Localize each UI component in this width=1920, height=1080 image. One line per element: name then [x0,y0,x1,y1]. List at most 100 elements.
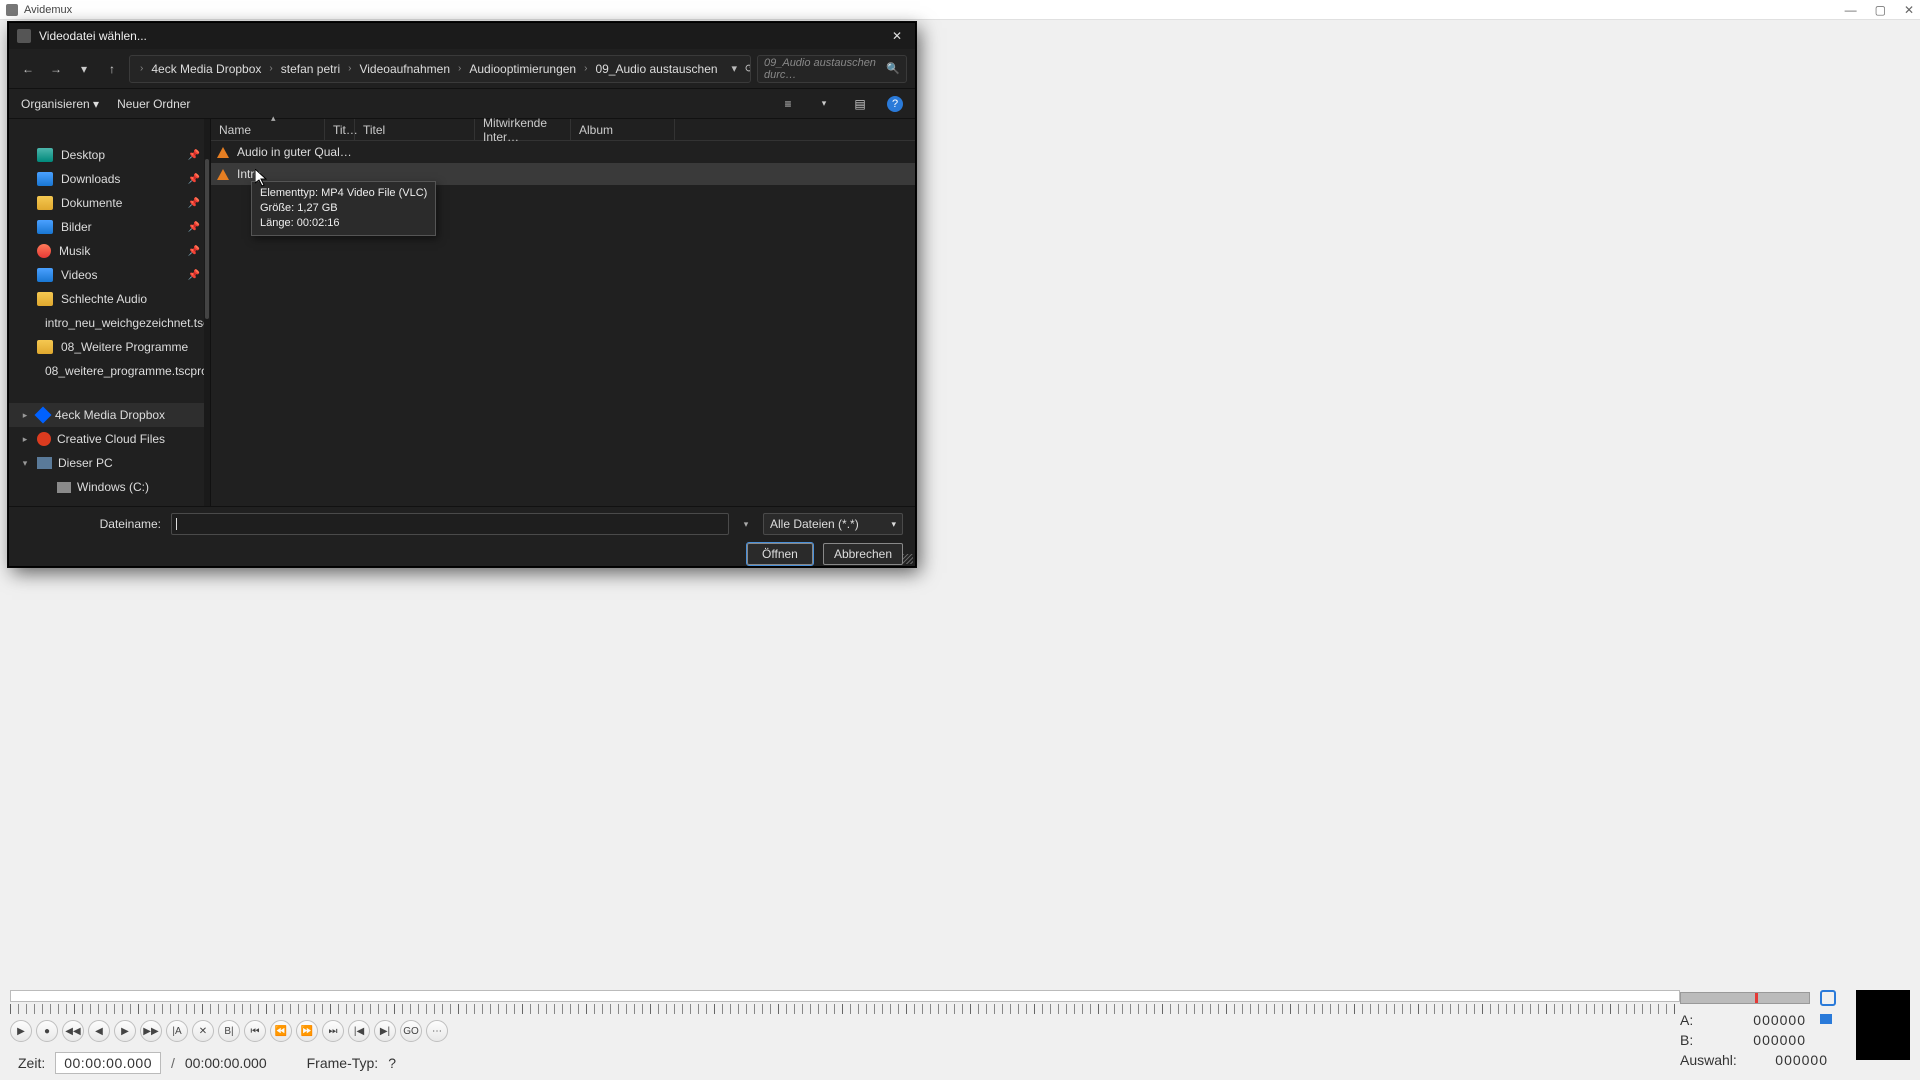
sidebar-item-label: Dieser PC [58,456,113,470]
tree-twisty-icon[interactable]: ▸ [19,410,31,421]
filename-input[interactable] [171,513,729,535]
sidebar-item-icon [57,482,71,493]
col-name[interactable]: Name [211,119,325,140]
breadcrumb[interactable]: 4eck Media Dropbox [145,60,267,78]
nav-forward-button[interactable]: → [45,58,67,80]
sidebar-item-icon [37,196,53,210]
breadcrumb[interactable]: Audiooptimierungen [463,60,582,78]
audio-toggle-icon[interactable] [1820,990,1836,1006]
preview-pane-toggle[interactable]: ▤ [851,95,869,113]
col-album[interactable]: Album [571,119,675,140]
new-folder-button[interactable]: Neuer Ordner [117,97,190,111]
sidebar-item-label: Dokumente [61,196,122,210]
file-row[interactable]: Audio in guter Qual… [211,141,915,163]
sidebar-tree-item[interactable]: Windows (C:) [9,475,210,499]
tree-twisty-icon[interactable]: ▾ [19,458,31,469]
address-dropdown-button[interactable]: ▾ [732,62,738,75]
chevron-right-icon[interactable]: › [140,63,143,74]
transport-button-8[interactable]: B| [218,1020,240,1042]
breadcrumb[interactable]: Videoaufnahmen [353,60,456,78]
chevron-right-icon[interactable]: › [269,63,272,74]
transport-button-9[interactable]: ⏮ [244,1020,266,1042]
chevron-right-icon[interactable]: › [458,63,461,74]
sidebar-tree-item[interactable]: ▾ Dieser PC [9,451,210,475]
search-input[interactable]: 09_Audio austauschen durc… 🔍 [757,55,907,83]
timeline-scrubber[interactable] [10,990,1680,1002]
dialog-nav: ← → ▾ ↑ › 4eck Media Dropbox › stefan pe… [9,49,915,89]
sidebar-quick-item[interactable]: Bilder 📌 [9,215,210,239]
sidebar-item-label: Creative Cloud Files [57,432,165,446]
address-bar[interactable]: › 4eck Media Dropbox › stefan petri › Vi… [129,55,751,83]
open-button[interactable]: Öffnen [747,543,813,565]
transport-button-7[interactable]: ✕ [192,1020,214,1042]
chevron-right-icon[interactable]: › [584,63,587,74]
sidebar-scrollbar[interactable] [204,119,210,506]
dialog-title: Videodatei wählen... [39,29,147,43]
transport-button-3[interactable]: ◀ [88,1020,110,1042]
marker-a-label: A: [1680,1012,1702,1028]
transport-button-11[interactable]: ⏩ [296,1020,318,1042]
sidebar-quick-item[interactable]: Desktop 📌 [9,143,210,167]
transport-button-16[interactable]: ⋯ [426,1020,448,1042]
tooltip-line: Länge: 00:02:16 [260,216,427,231]
file-filter-dropdown[interactable]: Alle Dateien (*.*)▾ [763,513,903,535]
cancel-button[interactable]: Abbrechen [823,543,903,565]
sidebar-item-icon [37,432,51,446]
chevron-right-icon[interactable]: › [348,63,351,74]
refresh-button[interactable]: ⟳ [745,62,751,75]
tooltip-line: Größe: 1,27 GB [260,201,427,216]
sidebar-quick-item[interactable]: Dokumente 📌 [9,191,210,215]
sidebar-quick-item[interactable]: Downloads 📌 [9,167,210,191]
transport-button-6[interactable]: |A [166,1020,188,1042]
filename-history-dropdown[interactable]: ▾ [739,519,753,530]
col-artists[interactable]: Mitwirkende Inter… [475,119,571,140]
organize-menu[interactable]: Organisieren ▾ [21,97,99,111]
sort-indicator-icon: ▴ [271,113,276,124]
transport-button-12[interactable]: ⏭ [322,1020,344,1042]
sidebar-quick-item[interactable]: 08_Weitere Programme [9,335,210,359]
sidebar-quick-item[interactable]: 08_weitere_programme.tscproj [9,359,210,383]
breadcrumb[interactable]: stefan petri [275,60,346,78]
sidebar-item-icon [37,220,53,234]
transport-button-14[interactable]: ▶| [374,1020,396,1042]
time-row: Zeit: 00:00:00.000 / 00:00:00.000 Frame-… [18,1052,396,1074]
transport-button-1[interactable]: ● [36,1020,58,1042]
sidebar-quick-item[interactable]: Musik 📌 [9,239,210,263]
view-mode-dropdown[interactable]: ▾ [815,95,833,113]
sidebar-item-icon [37,148,53,162]
transport-button-2[interactable]: ◀◀ [62,1020,84,1042]
selection-label: Auswahl: [1680,1052,1744,1068]
maximize-button[interactable]: ▢ [1875,3,1886,17]
sidebar-tree-item[interactable]: ▸ Creative Cloud Files [9,427,210,451]
sidebar-item-icon [37,340,53,354]
file-open-dialog: Videodatei wählen... ✕ ← → ▾ ↑ › 4eck Me… [8,22,916,567]
transport-button-0[interactable]: ▶ [10,1020,32,1042]
sidebar-quick-item[interactable]: intro_neu_weichgezeichnet.tscproj [9,311,210,335]
sidebar-quick-item[interactable]: Schlechte Audio [9,287,210,311]
breadcrumb[interactable]: 09_Audio austauschen [589,60,723,78]
time-current[interactable]: 00:00:00.000 [55,1052,161,1074]
sidebar-quick-item[interactable]: Videos 📌 [9,263,210,287]
tree-twisty-icon[interactable]: ▸ [19,434,31,445]
col-title[interactable]: Titel [355,119,475,140]
minimize-button[interactable]: — [1845,3,1857,17]
dialog-titlebar[interactable]: Videodatei wählen... ✕ [9,23,915,49]
sidebar-item-label: Videos [61,268,97,282]
transport-button-15[interactable]: GO [400,1020,422,1042]
dialog-close-button[interactable]: ✕ [887,26,907,46]
transport-button-5[interactable]: ▶▶ [140,1020,162,1042]
nav-back-button[interactable]: ← [17,58,39,80]
transport-button-10[interactable]: ⏪ [270,1020,292,1042]
sidebar-item-label: Desktop [61,148,105,162]
help-button[interactable]: ? [887,96,903,112]
transport-button-4[interactable]: ▶ [114,1020,136,1042]
view-mode-button[interactable]: ≡ [779,95,797,113]
sidebar-tree-item[interactable]: ▸ 4eck Media Dropbox [9,403,210,427]
sidebar-item-icon [37,268,53,282]
close-button[interactable]: ✕ [1904,3,1914,17]
resize-grip[interactable] [903,554,913,564]
transport-button-13[interactable]: |◀ [348,1020,370,1042]
nav-recent-button[interactable]: ▾ [73,58,95,80]
col-track[interactable]: Tit… [325,119,355,140]
nav-up-button[interactable]: ↑ [101,58,123,80]
